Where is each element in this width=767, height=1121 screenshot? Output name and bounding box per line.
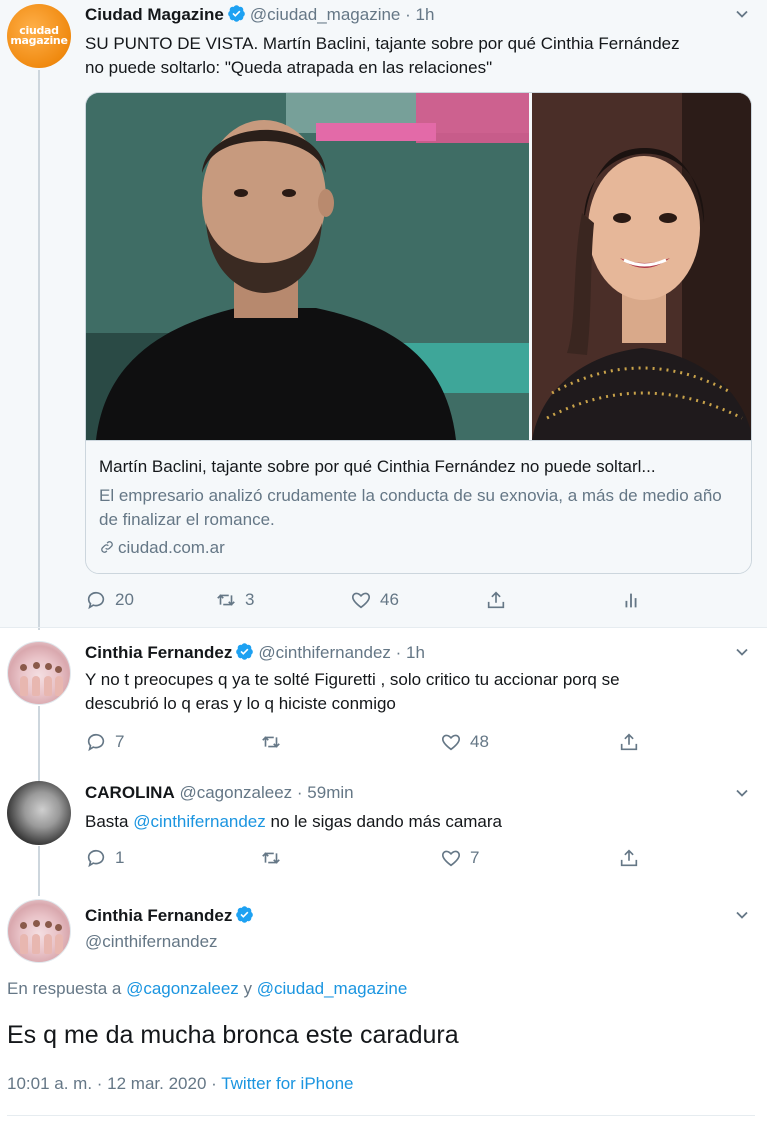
avatar-cinthia[interactable] [7,899,71,963]
tweet-actions: 7 48 [85,731,655,757]
handle[interactable]: @cinthifernandez [258,643,391,662]
card-image-woman [532,93,751,440]
link-card[interactable]: Martín Baclini, tajante sobre por qué Ci… [85,92,752,574]
share-icon [620,733,638,751]
retweet-icon [262,736,280,748]
timestamp[interactable]: · 59min [297,783,354,802]
tweet-source-link[interactable]: Twitter for iPhone [221,1074,353,1093]
mention-link[interactable]: @ciudad_magazine [257,979,408,998]
share-button[interactable] [485,589,515,611]
tweet-text: SU PUNTO DE VISTA. Martín Baclini, tajan… [85,34,680,77]
tweet-handle-row: @cinthifernandez [85,932,218,952]
display-name[interactable]: Cinthia Fernandez [85,906,232,925]
tweet-meta: 10:01 a. m. · 12 mar. 2020 · Twitter for… [7,1072,757,1096]
divider [7,1115,755,1116]
display-name[interactable]: Ciudad Magazine [85,5,224,24]
tweet-header: CAROLINA @cagonzaleez · 59min [85,783,354,803]
reply-icon [87,849,105,868]
card-body: Martín Baclini, tajante sobre por qué Ci… [86,440,751,573]
tweet-text: Basta @cinthifernandez no le sigas dando… [85,812,503,831]
chevron-down-icon[interactable] [735,908,749,922]
thread-connector [38,846,40,896]
tweet-header: Ciudad Magazine @ciudad_magazine · 1h [85,4,434,25]
link-icon [101,541,113,553]
tweet-timestamp[interactable]: 10:01 a. m. · 12 mar. 2020 · [7,1074,221,1093]
display-name[interactable]: CAROLINA [85,783,175,802]
tweet-actions: 20 3 46 [85,589,685,615]
verified-badge-icon [236,906,254,923]
avatar-ciudad-magazine[interactable]: ciudad magazine [7,4,71,68]
retweet-button[interactable] [260,847,290,869]
heart-icon [441,850,461,867]
tweet-header: Cinthia Fernandez [85,905,258,926]
mention-link[interactable]: @cagonzaleez [126,979,239,998]
thread-connector [38,70,40,630]
mention-link[interactable]: @cinthifernandez [133,812,266,831]
retweet-button[interactable] [260,731,290,753]
like-button[interactable]: 48 [440,731,489,753]
analytics-button[interactable] [620,589,650,611]
handle[interactable]: @cinthifernandez [85,932,218,951]
like-button[interactable]: 7 [440,847,479,869]
tweet-text: Y no t preocupes q ya te solté Figuretti… [85,670,620,713]
chevron-down-icon[interactable] [735,786,749,800]
reply-context: En respuesta a @cagonzaleez y @ciudad_ma… [7,979,408,998]
display-name[interactable]: Cinthia Fernandez [85,643,232,662]
reply-button[interactable]: 20 [85,589,134,611]
chevron-down-icon[interactable] [735,7,749,21]
handle[interactable]: @ciudad_magazine [250,5,401,24]
thread-connector [38,706,40,782]
timestamp[interactable]: · 1h [396,643,425,662]
verified-badge-icon [236,643,254,660]
timestamp[interactable]: · 1h [405,5,434,24]
heart-icon [441,734,461,751]
reply-button[interactable]: 1 [85,847,124,869]
share-button[interactable] [618,847,648,869]
retweet-button[interactable]: 3 [215,589,254,611]
heart-icon [351,592,371,609]
reply-icon [87,591,105,610]
avatar-carolina[interactable] [7,781,71,845]
share-icon [620,849,638,867]
chevron-down-icon[interactable] [735,645,749,659]
card-image-man [86,93,529,440]
retweet-icon [262,852,280,864]
reply-button[interactable]: 7 [85,731,124,753]
card-domain: ciudad.com.ar [99,538,225,558]
share-button[interactable] [618,731,648,753]
photo-illustration [86,93,529,440]
like-button[interactable]: 46 [350,589,399,611]
card-description: El empresario analizó crudamente la cond… [99,486,722,529]
photo-illustration [532,93,751,440]
analytics-icon [625,593,637,608]
reply-icon [87,733,105,752]
tweet-text-focused: Es q me da mucha bronca este caradura [7,1021,459,1049]
avatar-cinthia[interactable] [7,641,71,705]
retweet-icon [217,594,235,606]
ciudad-magazine-logo: ciudad magazine [10,24,68,47]
handle[interactable]: @cagonzaleez [179,783,292,802]
tweet-actions: 1 7 [85,847,655,873]
card-title: Martín Baclini, tajante sobre por qué Ci… [99,457,656,476]
verified-badge-icon [228,5,245,22]
share-icon [487,591,505,609]
divider [0,627,767,628]
tweet-header: Cinthia Fernandez @cinthifernandez · 1h [85,642,425,663]
